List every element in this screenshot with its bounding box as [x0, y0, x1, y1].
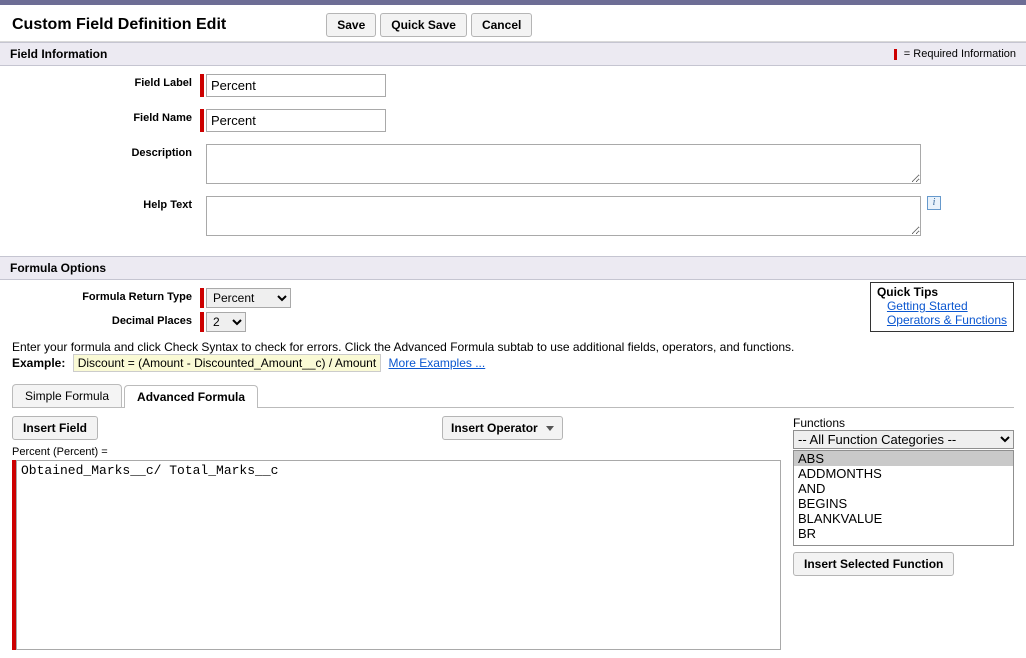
field-label-input[interactable] — [206, 74, 386, 97]
description-textarea[interactable] — [206, 144, 921, 184]
decimal-places-label: Decimal Places — [10, 312, 200, 327]
editor-left: Insert Field Insert Operator Percent (Pe… — [12, 416, 789, 650]
formula-options-header: Formula Options — [0, 256, 1026, 280]
field-information-header: Field Information = Required Information — [0, 42, 1026, 66]
required-indicator — [200, 288, 204, 308]
function-item-addmonths[interactable]: ADDMONTHS — [794, 466, 1013, 481]
insert-field-button[interactable]: Insert Field — [12, 416, 98, 440]
header-bar: Custom Field Definition Edit Save Quick … — [0, 5, 1026, 42]
function-item-br[interactable]: BR — [794, 526, 1013, 541]
help-text-textarea[interactable] — [206, 196, 921, 236]
field-name-label: Field Name — [10, 109, 200, 124]
function-item-and[interactable]: AND — [794, 481, 1013, 496]
function-category-select[interactable]: -- All Function Categories -- — [793, 430, 1014, 449]
function-list[interactable]: ABS ADDMONTHS AND BEGINS BLANKVALUE BR — [793, 450, 1014, 546]
insert-operator-button[interactable]: Insert Operator — [442, 416, 563, 440]
cancel-button[interactable]: Cancel — [471, 13, 532, 37]
page-title: Custom Field Definition Edit — [12, 16, 226, 34]
required-indicator — [200, 74, 204, 97]
formula-options-title: Formula Options — [10, 261, 1016, 275]
return-type-label: Formula Return Type — [10, 288, 200, 303]
quick-save-button[interactable]: Quick Save — [380, 13, 467, 37]
tab-advanced-formula[interactable]: Advanced Formula — [124, 385, 258, 408]
example-code: Discount = (Amount - Discounted_Amount__… — [73, 354, 381, 372]
insert-selected-function-button[interactable]: Insert Selected Function — [793, 552, 954, 576]
description-label: Description — [10, 144, 200, 159]
formula-intro: Enter your formula and click Check Synta… — [0, 336, 1026, 376]
formula-textarea[interactable]: Obtained_Marks__c/ Total_Marks__c — [16, 460, 781, 650]
function-item-abs[interactable]: ABS — [794, 451, 1013, 466]
help-text-label: Help Text — [10, 196, 200, 211]
return-type-select[interactable]: Percent — [206, 288, 291, 308]
formula-editor: Insert Field Insert Operator Percent (Pe… — [0, 408, 1026, 658]
example-label: Example: — [12, 356, 65, 370]
function-item-begins[interactable]: BEGINS — [794, 496, 1013, 511]
required-bar-icon — [894, 49, 897, 60]
quick-tips-title: Quick Tips — [877, 285, 1007, 299]
field-information-form: Field Label Field Name Description Help … — [0, 66, 1026, 256]
decimal-places-select[interactable]: 2 — [206, 312, 246, 332]
formula-tabs: Simple Formula Advanced Formula — [12, 380, 1014, 408]
more-examples-link[interactable]: More Examples ... — [389, 356, 486, 370]
field-information-title: Field Information — [10, 47, 894, 61]
function-item-blankvalue[interactable]: BLANKVALUE — [794, 511, 1013, 526]
save-button[interactable]: Save — [326, 13, 376, 37]
quick-tips-link-operators[interactable]: Operators & Functions — [887, 313, 1007, 327]
tab-simple-formula[interactable]: Simple Formula — [12, 384, 122, 407]
editor-toolbar: Insert Field Insert Operator — [12, 416, 781, 440]
quick-tips-box: Quick Tips Getting Started Operators & F… — [870, 282, 1014, 332]
required-hint: = Required Information — [894, 48, 1016, 60]
quick-tips-link-getting-started[interactable]: Getting Started — [887, 299, 1007, 313]
required-indicator — [200, 312, 204, 332]
functions-label: Functions — [793, 416, 1014, 430]
field-label-label: Field Label — [10, 74, 200, 89]
field-name-input[interactable] — [206, 109, 386, 132]
info-icon[interactable]: i — [927, 196, 941, 210]
formula-field-label: Percent (Percent) = — [12, 446, 781, 458]
required-indicator — [200, 109, 204, 132]
functions-panel: Functions -- All Function Categories -- … — [789, 416, 1014, 650]
